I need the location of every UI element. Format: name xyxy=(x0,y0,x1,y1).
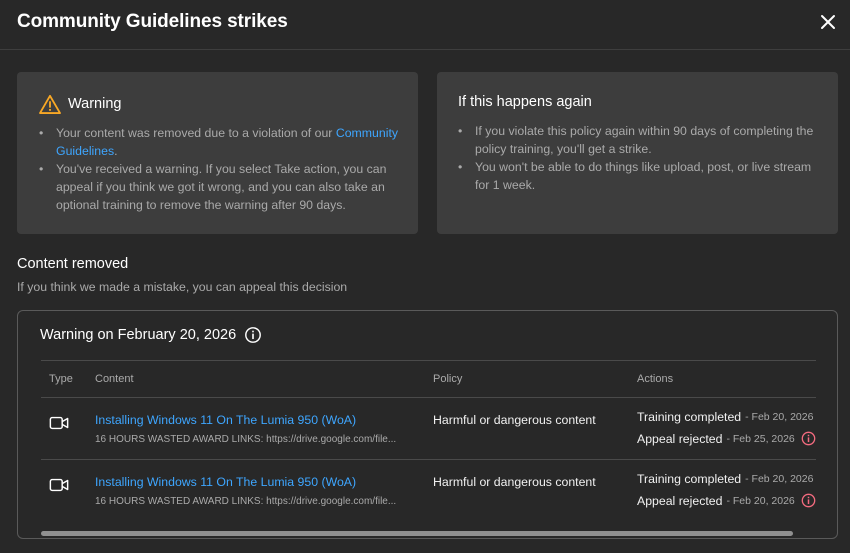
action-date: - Feb 20, 2026 xyxy=(745,411,814,423)
column-type: Type xyxy=(49,373,73,385)
warning-title: Warning xyxy=(68,96,122,112)
strike-box: Warning on February 20, 2026 Type Conten… xyxy=(17,310,838,539)
warning-card: Warning Your content was removed due to … xyxy=(17,72,418,234)
content-title-link[interactable]: Installing Windows 11 On The Lumia 950 (… xyxy=(95,475,356,489)
again-bullet: If you violate this policy again within … xyxy=(458,122,814,158)
again-list: If you violate this policy again within … xyxy=(458,122,814,194)
again-bullet: You won't be able to do things like uplo… xyxy=(458,158,814,194)
action-date: - Feb 20, 2026 xyxy=(745,473,814,485)
warning-icon xyxy=(39,94,61,114)
action-label: Training completed xyxy=(637,410,742,424)
table-header: Type Content Policy Actions xyxy=(41,360,816,398)
content-description: 16 HOURS WASTED AWARD LINKS: https://dri… xyxy=(95,434,397,445)
column-content: Content xyxy=(95,373,134,385)
bullet-text: Your content was removed due to a violat… xyxy=(56,126,336,140)
action-date: - Feb 25, 2026 xyxy=(726,432,795,445)
warning-list: Your content was removed due to a violat… xyxy=(39,124,402,214)
policy-text: Harmful or dangerous content xyxy=(433,413,596,427)
action-date: - Feb 20, 2026 xyxy=(726,494,795,507)
info-icon[interactable] xyxy=(244,326,262,344)
bullet-end: . xyxy=(114,144,118,158)
strike-table: Type Content Policy Actions Installing W… xyxy=(41,360,816,522)
close-icon xyxy=(821,15,835,29)
action-label: Training completed xyxy=(637,472,742,486)
action-label: Appeal rejected xyxy=(637,493,723,508)
warning-bullet: Your content was removed due to a violat… xyxy=(39,124,402,160)
section-subtitle: If you think we made a mistake, you can … xyxy=(17,280,348,294)
table-row: Installing Windows 11 On The Lumia 950 (… xyxy=(41,398,816,460)
action-training: Training completed - Feb 20, 2026 xyxy=(637,472,813,486)
horizontal-scrollbar[interactable] xyxy=(41,531,793,536)
dialog-header: Community Guidelines strikes xyxy=(0,0,850,50)
warning-bullet: You've received a warning. If you select… xyxy=(39,160,402,214)
action-label: Appeal rejected xyxy=(637,431,723,446)
dialog-title: Community Guidelines strikes xyxy=(17,11,288,32)
column-policy: Policy xyxy=(433,373,463,385)
video-camera-icon xyxy=(49,478,69,492)
video-camera-icon xyxy=(49,416,69,430)
again-card: If this happens again If you violate thi… xyxy=(437,72,838,234)
policy-text: Harmful or dangerous content xyxy=(433,475,596,489)
action-appeal: Appeal rejected - Feb 20, 2026 xyxy=(637,493,816,508)
strike-title: Warning on February 20, 2026 xyxy=(40,327,237,343)
close-button[interactable] xyxy=(816,10,840,34)
content-description: 16 HOURS WASTED AWARD LINKS: https://dri… xyxy=(95,496,397,507)
column-actions: Actions xyxy=(637,373,674,385)
again-title: If this happens again xyxy=(458,94,592,110)
content-title-link[interactable]: Installing Windows 11 On The Lumia 950 (… xyxy=(95,413,356,427)
table-row: Installing Windows 11 On The Lumia 950 (… xyxy=(41,460,816,522)
action-training: Training completed - Feb 20, 2026 xyxy=(637,410,813,424)
section-title: Content removed xyxy=(17,256,129,272)
error-info-icon[interactable] xyxy=(801,493,816,508)
action-appeal: Appeal rejected - Feb 25, 2026 xyxy=(637,431,816,446)
error-info-icon[interactable] xyxy=(801,431,816,446)
